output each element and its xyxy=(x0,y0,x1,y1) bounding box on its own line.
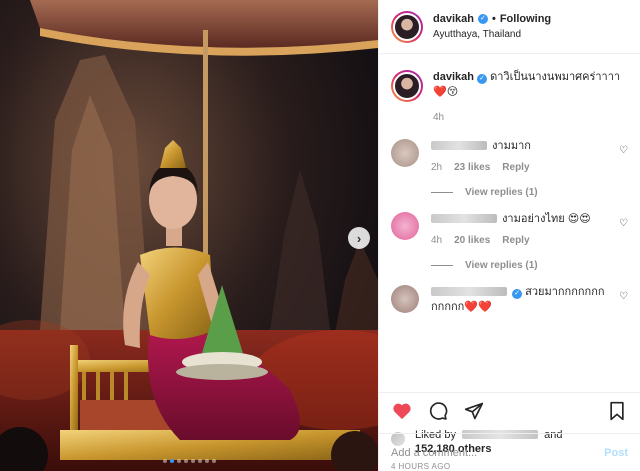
post-header: davikah ✓ • Following Ayutthaya, Thailan… xyxy=(379,0,640,54)
next-photo-button[interactable]: › xyxy=(348,227,370,249)
carousel-dot xyxy=(204,459,209,463)
comment-likes[interactable]: 20 likes xyxy=(454,233,490,248)
caption-emoji: ❤️😚 xyxy=(433,86,459,98)
comment-likes[interactable]: 23 likes xyxy=(454,160,490,175)
add-comment-bar: Post xyxy=(379,433,640,471)
author-avatar[interactable] xyxy=(391,10,423,43)
carousel-dot xyxy=(197,459,202,463)
bookmark-icon[interactable] xyxy=(606,400,628,422)
carousel-dot-active xyxy=(169,459,174,463)
author-username[interactable]: davikah xyxy=(433,12,474,26)
carousel-dot xyxy=(190,459,195,463)
comment-item: งามมาก 2h 23 likes Reply ♡ xyxy=(391,139,628,175)
comment-like-heart-icon[interactable]: ♡ xyxy=(619,145,628,156)
reply-button[interactable]: Reply xyxy=(502,233,529,248)
commenter-avatar[interactable] xyxy=(391,285,419,313)
carousel-indicator xyxy=(0,459,378,463)
comment-text: งามมาก xyxy=(492,140,531,152)
photo-scene xyxy=(0,0,378,471)
caption-text: ดาวิเป็นนางนพมาศคร่าาาา xyxy=(490,71,621,83)
carousel-dot xyxy=(176,459,181,463)
share-icon[interactable] xyxy=(463,400,485,422)
caption-time[interactable]: 4h xyxy=(433,110,620,125)
comments-list[interactable]: davikah ✓ ดาวิเป็นนางนพมาศคร่าาาา ❤️😚 4h… xyxy=(379,54,640,392)
caption-username[interactable]: davikah xyxy=(433,71,474,83)
post-location[interactable]: Ayutthaya, Thailand xyxy=(433,28,551,42)
comment-item: งามอย่างไทย 😍😍 4h 20 likes Reply ♡ xyxy=(391,212,628,248)
comment-like-heart-icon[interactable]: ♡ xyxy=(619,291,628,302)
comment-time[interactable]: 4h xyxy=(431,233,442,248)
following-button[interactable]: Following xyxy=(500,12,551,26)
view-replies-button[interactable]: View replies (1) xyxy=(431,187,628,198)
carousel-dot xyxy=(211,459,216,463)
comment-text: งามอย่างไทย 😍😍 xyxy=(502,213,591,225)
blurred-username xyxy=(431,287,507,296)
view-replies-button[interactable]: View replies (1) xyxy=(431,260,628,271)
view-replies-label: View replies (1) xyxy=(465,187,538,198)
instagram-post: › davikah ✓ • Following Ayutthaya, Thail… xyxy=(0,0,640,471)
blurred-username xyxy=(431,141,487,150)
heart-icon[interactable] xyxy=(391,400,413,422)
post-photo[interactable]: › xyxy=(0,0,378,471)
caption-avatar[interactable] xyxy=(391,70,423,102)
post-comment-button[interactable]: Post xyxy=(604,447,628,459)
commenter-avatar[interactable] xyxy=(391,212,419,240)
reply-button[interactable]: Reply xyxy=(502,160,529,175)
post-side-panel: davikah ✓ • Following Ayutthaya, Thailan… xyxy=(378,0,640,471)
verified-icon: ✓ xyxy=(512,288,523,299)
post-caption: davikah ✓ ดาวิเป็นนางนพมาศคร่าาาา ❤️😚 4h xyxy=(391,54,628,125)
comment-icon[interactable] xyxy=(427,400,449,422)
view-replies-label: View replies (1) xyxy=(465,260,538,271)
post-actions xyxy=(379,392,640,428)
verified-icon: ✓ xyxy=(477,73,488,84)
blurred-username xyxy=(431,214,497,223)
carousel-dot xyxy=(162,459,167,463)
verified-icon: ✓ xyxy=(477,13,488,24)
comment-item: ✓ สวยมากกกกกกกกกกกก❤️❤️ ♡ xyxy=(391,285,628,315)
next-arrow-icon: › xyxy=(356,230,362,246)
carousel-dot xyxy=(183,459,188,463)
separator: • xyxy=(491,12,496,25)
comment-time[interactable]: 2h xyxy=(431,160,442,175)
comment-like-heart-icon[interactable]: ♡ xyxy=(619,218,628,229)
commenter-avatar[interactable] xyxy=(391,139,419,167)
comment-input[interactable] xyxy=(391,446,605,459)
